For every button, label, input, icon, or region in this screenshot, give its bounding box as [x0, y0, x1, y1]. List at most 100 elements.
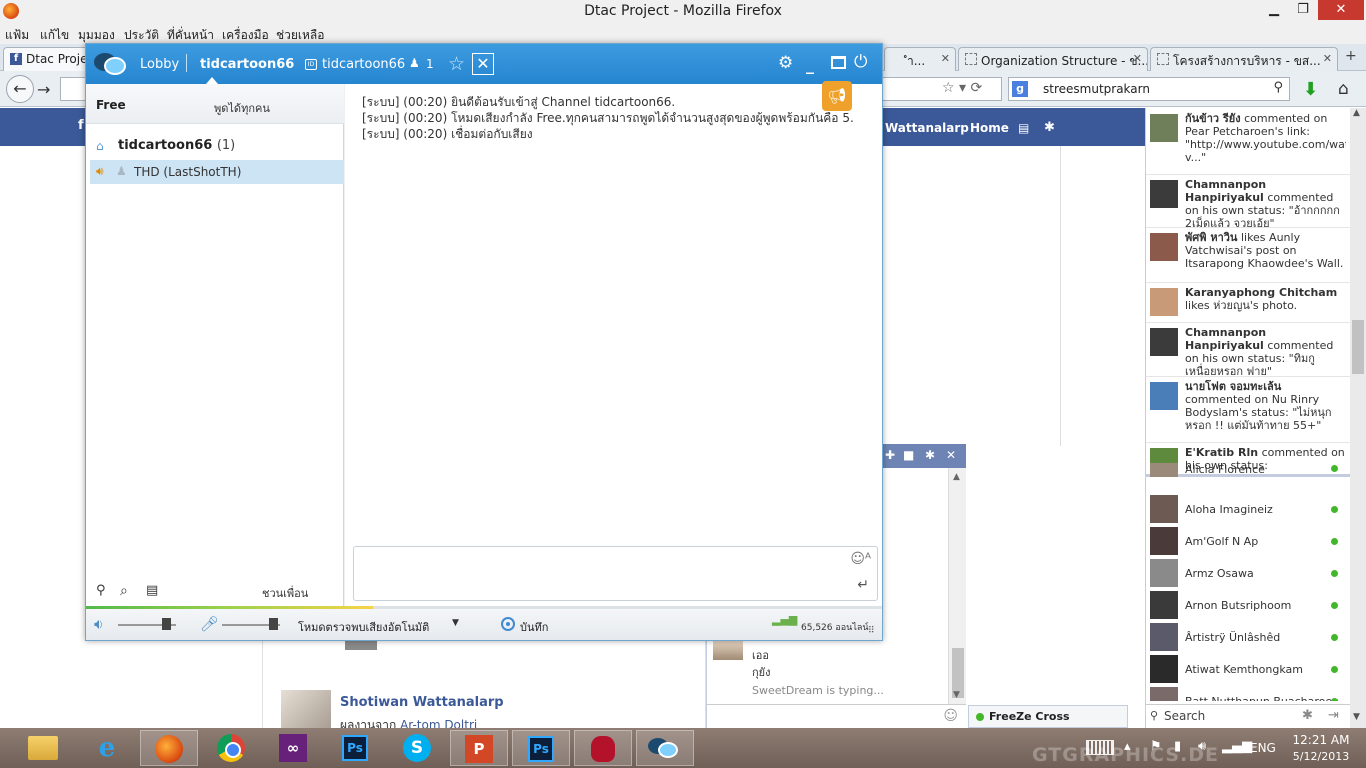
post-author[interactable]: Shotiwan Wattanalarp	[340, 695, 504, 710]
menu-edit[interactable]: แก้ไข	[40, 26, 69, 45]
mic-volume-handle[interactable]	[269, 618, 279, 630]
facebook-logo[interactable]: f	[78, 118, 84, 133]
search-box[interactable]: g streesmutprakarn ⚲	[1008, 77, 1290, 101]
show-hidden-icons[interactable]: ▴	[1124, 739, 1131, 754]
bookmark-star-icon[interactable]: ☆ ▾ ⟳	[942, 80, 982, 96]
settings-gear-icon[interactable]: ✱	[1044, 120, 1055, 135]
chat-friend-item[interactable]: Aloha Imagineiz	[1150, 495, 1346, 523]
maximize-button[interactable]	[831, 56, 846, 69]
tab-close-icon[interactable]: ✕	[941, 52, 950, 65]
taskbar-file-explorer[interactable]	[14, 730, 72, 766]
battery-icon[interactable]: ▮	[1174, 739, 1181, 754]
chat-friend-item[interactable]: Alicia Florence	[1150, 463, 1346, 477]
menu-file[interactable]: แฟ้ม	[5, 26, 29, 45]
volume-icon[interactable]: 🔊︎	[1198, 739, 1206, 754]
record-icon[interactable]	[501, 617, 515, 631]
window-restore-button[interactable]: ❐	[1290, 0, 1316, 20]
favorite-star-icon[interactable]: ☆	[448, 53, 465, 75]
facebook-profile-link[interactable]: Wattanalarp	[885, 121, 969, 135]
minimize-button[interactable]: _	[806, 55, 814, 74]
forward-button[interactable]: →	[37, 80, 50, 99]
speaker-volume-handle[interactable]	[161, 618, 171, 630]
tab-organization-structure[interactable]: Organization Structure - ข... ✕	[958, 47, 1148, 71]
channel-name[interactable]: tidcartoon66 (1)	[118, 138, 235, 153]
power-icon[interactable]: ⏻	[854, 52, 867, 72]
search-icon[interactable]: ⚲	[1273, 80, 1283, 95]
announcement-icon[interactable]: 📢︎	[822, 81, 852, 111]
chat-friend-item[interactable]: Armz Osawa	[1150, 559, 1346, 587]
scroll-up-icon[interactable]: ▲	[953, 472, 960, 482]
chat-input[interactable]: ☺	[707, 704, 966, 728]
post-sub-link[interactable]: Ar-tom Doltri	[400, 718, 477, 728]
chat-close-icon[interactable]: ✕	[946, 448, 956, 462]
voice-detection-mode-select[interactable]: โหมดตรวจพบเสียงอัตโนมัติ	[298, 618, 429, 636]
ticker-name[interactable]: Karanyaphong Chitcham	[1185, 286, 1337, 299]
chevron-down-icon[interactable]: ▼	[452, 618, 459, 628]
taskbar-internet-explorer[interactable]: e	[78, 730, 136, 766]
location-pin-icon[interactable]: ⚲	[96, 583, 106, 598]
home-icon[interactable]: ⌂	[1338, 79, 1349, 99]
add-friend-icon[interactable]: ✚	[885, 448, 895, 462]
tab-dtac-project[interactable]: f Dtac Project	[3, 47, 95, 71]
friend-requests-icon[interactable]: ▤	[1018, 121, 1029, 135]
input-language[interactable]: ENG	[1250, 741, 1276, 755]
taskbar-photoshop[interactable]: Ps	[326, 730, 384, 766]
ticker-item[interactable]: Chamnanpon Hanpiriyakul commented on his…	[1150, 178, 1346, 227]
close-channel-button[interactable]: ✕	[472, 53, 494, 75]
chat-friend-item[interactable]: Batt Nutthapun Buacharoen	[1150, 687, 1346, 701]
chat-tab-freeze-cross[interactable]: FreeZe Cross	[968, 705, 1128, 728]
speaker-volume-icon[interactable]: 🔉︎	[94, 615, 103, 633]
clock-time[interactable]: 12:21 AM	[1292, 733, 1350, 747]
taskbar-skype[interactable]: S	[388, 730, 446, 766]
wifi-signal-icon[interactable]: ▂▄▆	[1222, 739, 1252, 754]
tab-close-icon[interactable]: ✕	[1323, 52, 1332, 65]
sidebar-search-input[interactable]: ⚲ Search ✱ ⇥	[1146, 704, 1351, 728]
resize-grip-icon[interactable]: ⠿	[868, 626, 875, 636]
page-scrollbar[interactable]: ▲ ▼	[1350, 108, 1366, 728]
new-tab-button[interactable]: +	[1345, 48, 1357, 64]
taskbar-photoshop-2[interactable]: Ps	[512, 730, 570, 766]
settings-gear-icon[interactable]: ⚙	[778, 53, 793, 73]
video-call-icon[interactable]: ■	[903, 448, 914, 462]
ticker-item[interactable]: นายโฟต จอมทะเล้น commented on Nu Rinry B…	[1150, 380, 1346, 442]
scroll-down-icon[interactable]: ▼	[953, 690, 960, 700]
ticker-name[interactable]: Chamnanpon Hanpiriyakul	[1185, 178, 1266, 204]
chat-scrollbar[interactable]: ▲ ▼	[948, 468, 966, 704]
taskbar-firefox[interactable]	[140, 730, 198, 766]
taskbar-game[interactable]	[574, 730, 632, 766]
scroll-down-icon[interactable]: ▼	[1353, 712, 1360, 722]
tab-thai-page[interactable]: ำ... ✕	[884, 47, 956, 71]
chat-friend-item[interactable]: Am'Golf N Ap	[1150, 527, 1346, 555]
back-button[interactable]: ←	[6, 75, 34, 103]
chat-friend-item[interactable]: Arnon Butsriphoom	[1150, 591, 1346, 619]
emoticon-icon[interactable]: ☺	[943, 708, 958, 724]
download-icon[interactable]: ⬇	[1303, 79, 1318, 100]
channel-user-row[interactable]: 🔊︎ ♟ THD (LastShotTH)	[90, 160, 344, 184]
avatar[interactable]	[281, 690, 331, 728]
ticker-name[interactable]: E'Kratib Rln	[1185, 446, 1258, 459]
ticker-item[interactable]: กันข้าว รียัง commented on Pear Petcharo…	[1150, 112, 1346, 174]
tab-management-structure[interactable]: โครงสร้างการบริหาร - ขส... ✕	[1150, 47, 1338, 71]
popout-icon[interactable]: ⇥	[1328, 708, 1339, 723]
taskbar-visual-studio[interactable]: ∞	[264, 730, 322, 766]
post-image-thumbnail[interactable]	[345, 640, 377, 650]
facebook-home-link[interactable]: Home	[970, 121, 1009, 135]
keyboard-icon[interactable]	[1086, 740, 1114, 755]
emoticon-icon[interactable]: ☺ᴬ	[850, 551, 871, 567]
chat-message-input[interactable]: ☺ᴬ ↵	[353, 546, 878, 601]
chat-settings-icon[interactable]: ✱	[925, 448, 935, 462]
taskbar-powerpoint[interactable]: P	[450, 730, 508, 766]
taskbar-chrome[interactable]	[202, 730, 260, 766]
window-close-button[interactable]: ✕	[1318, 0, 1364, 20]
window-minimize-button[interactable]: ▁	[1261, 0, 1287, 20]
list-icon[interactable]: ▤	[146, 583, 158, 598]
tab-close-icon[interactable]: ✕	[1133, 52, 1142, 65]
chat-options-gear-icon[interactable]: ✱	[1302, 708, 1313, 723]
microphone-icon[interactable]: 🎤︎	[200, 615, 219, 633]
taskbar-voice-chat[interactable]	[636, 730, 694, 766]
ticker-item[interactable]: Karanyaphong Chitcham likes ห่วยญน's pho…	[1150, 286, 1346, 322]
invite-friends-button[interactable]: ชวนเพื่อน	[262, 584, 308, 602]
ticker-name[interactable]: นายโฟต จอมทะเล้น	[1185, 380, 1281, 393]
ticker-item[interactable]: Chamnanpon Hanpiriyakul commented on his…	[1150, 326, 1346, 376]
ticker-name[interactable]: Chamnanpon Hanpiriyakul	[1185, 326, 1266, 352]
